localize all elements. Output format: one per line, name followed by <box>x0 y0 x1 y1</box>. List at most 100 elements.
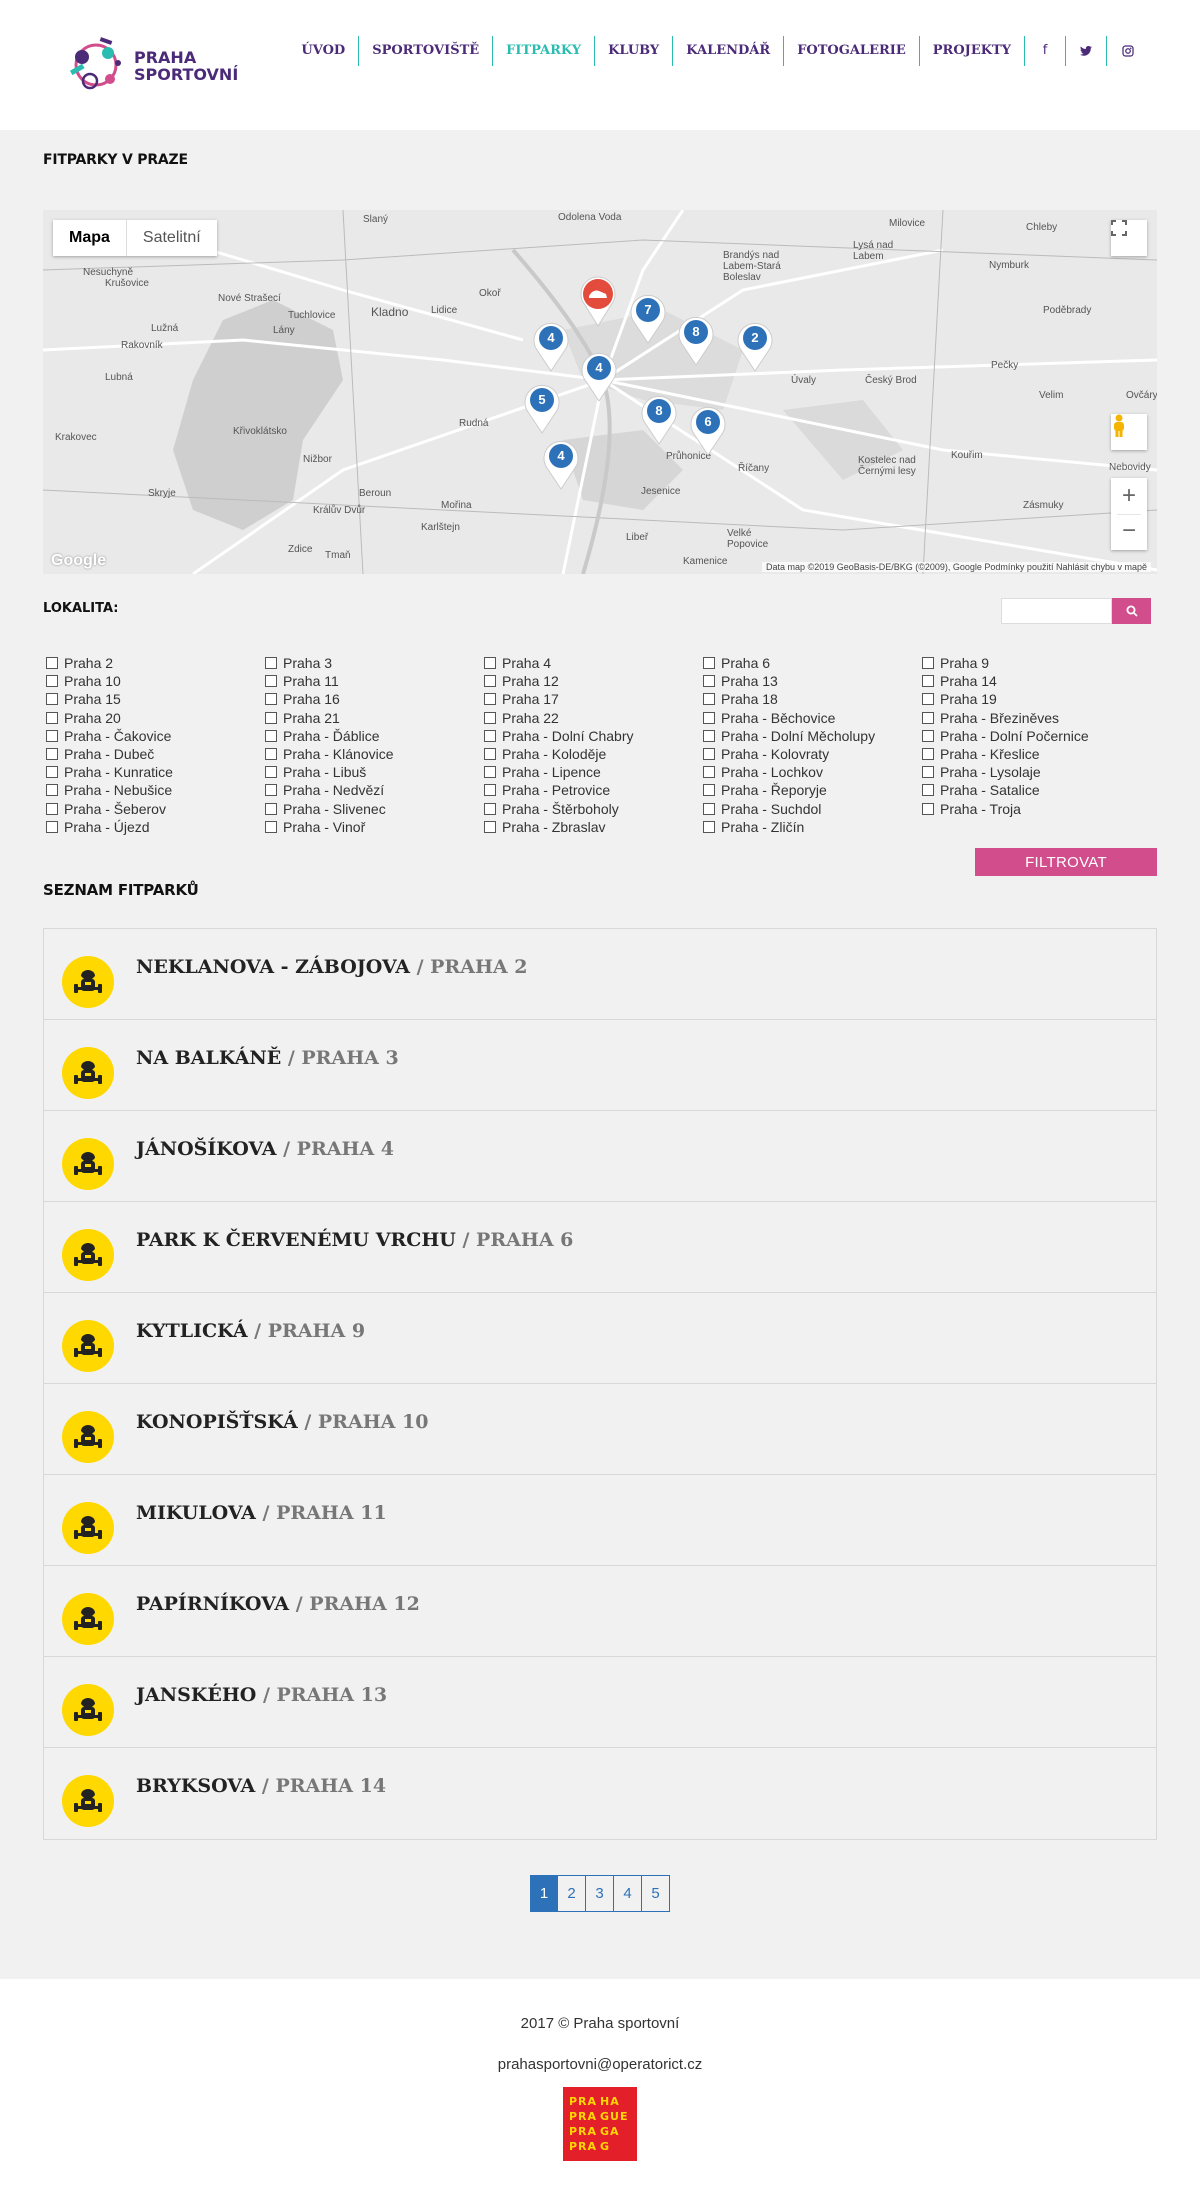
district-option[interactable]: Praha - Dolní Měcholupy <box>703 727 921 745</box>
checkbox[interactable] <box>484 784 496 797</box>
list-item[interactable]: KONOPIŠŤSKÁ / PRAHA 10 <box>44 1384 1156 1475</box>
district-option[interactable]: Praha 9 <box>922 654 1140 672</box>
checkbox[interactable] <box>46 729 58 742</box>
cluster-marker[interactable]: 5 <box>523 382 561 434</box>
checkbox[interactable] <box>46 802 58 815</box>
checkbox[interactable] <box>265 784 277 797</box>
checkbox[interactable] <box>265 675 277 688</box>
district-option[interactable]: Praha 16 <box>265 690 483 708</box>
list-item[interactable]: PAPÍRNÍKOVA / PRAHA 12 <box>44 1566 1156 1657</box>
district-option[interactable]: Praha - Slivenec <box>265 800 483 818</box>
list-item[interactable]: KYTLICKÁ / PRAHA 9 <box>44 1293 1156 1384</box>
district-option[interactable]: Praha - Šeberov <box>46 800 264 818</box>
checkbox[interactable] <box>703 711 715 724</box>
district-option[interactable]: Praha - Dolní Počernice <box>922 727 1140 745</box>
district-option[interactable]: Praha - Lysolaje <box>922 763 1140 781</box>
checkbox[interactable] <box>46 784 58 797</box>
checkbox[interactable] <box>703 693 715 706</box>
district-option[interactable]: Praha - Kunratice <box>46 763 264 781</box>
district-option[interactable]: Praha 6 <box>703 654 921 672</box>
filter-button[interactable]: FILTROVAT <box>975 848 1157 876</box>
search-input[interactable] <box>1001 598 1112 624</box>
checkbox[interactable] <box>265 766 277 779</box>
checkbox[interactable] <box>46 693 58 706</box>
district-option[interactable]: Praha 13 <box>703 672 921 690</box>
twitter-icon[interactable] <box>1066 36 1107 66</box>
checkbox[interactable] <box>703 748 715 761</box>
district-option[interactable]: Praha 2 <box>46 654 264 672</box>
zoom-out-icon[interactable]: − <box>1117 514 1141 550</box>
cluster-marker[interactable]: 4 <box>542 438 580 490</box>
checkbox[interactable] <box>484 657 496 670</box>
page-link[interactable]: 1 <box>530 1875 558 1912</box>
district-option[interactable]: Praha 3 <box>265 654 483 672</box>
list-item[interactable]: PARK K ČERVENÉMU VRCHU / PRAHA 6 <box>44 1202 1156 1293</box>
district-option[interactable]: Praha - Petrovice <box>484 781 702 799</box>
district-option[interactable]: Praha 11 <box>265 672 483 690</box>
district-option[interactable]: Praha - Libuš <box>265 763 483 781</box>
checkbox[interactable] <box>703 784 715 797</box>
district-option[interactable]: Praha - Březiněves <box>922 709 1140 727</box>
district-option[interactable]: Praha - Řeporyje <box>703 781 921 799</box>
fitpark-map[interactable]: Slaný Nové Strašecí Kladno Lidice Okoř O… <box>43 210 1157 574</box>
cluster-marker[interactable]: 8 <box>677 314 715 366</box>
map-tab-mapa[interactable]: Mapa <box>53 220 127 256</box>
checkbox[interactable] <box>484 802 496 815</box>
district-option[interactable]: Praha - Klánovice <box>265 745 483 763</box>
district-option[interactable]: Praha - Vinoř <box>265 818 483 836</box>
district-option[interactable]: Praha 4 <box>484 654 702 672</box>
checkbox[interactable] <box>484 711 496 724</box>
checkbox[interactable] <box>46 748 58 761</box>
checkbox[interactable] <box>922 657 934 670</box>
district-option[interactable]: Praha 14 <box>922 672 1140 690</box>
checkbox[interactable] <box>265 820 277 833</box>
nav-item-uvod[interactable]: ÚVOD <box>288 36 360 66</box>
checkbox[interactable] <box>922 748 934 761</box>
district-option[interactable]: Praha - Nedvězí <box>265 781 483 799</box>
district-option[interactable]: Praha - Křeslice <box>922 745 1140 763</box>
page-link[interactable]: 3 <box>586 1875 614 1912</box>
district-option[interactable]: Praha - Satalice <box>922 781 1140 799</box>
district-option[interactable]: Praha - Troja <box>922 800 1140 818</box>
nav-item-fotogalerie[interactable]: FOTOGALERIE <box>784 36 920 66</box>
fullscreen-icon[interactable] <box>1111 220 1147 256</box>
checkbox[interactable] <box>484 766 496 779</box>
checkbox[interactable] <box>265 729 277 742</box>
district-option[interactable]: Praha - Zbraslav <box>484 818 702 836</box>
checkbox[interactable] <box>703 675 715 688</box>
district-option[interactable]: Praha - Ďáblice <box>265 727 483 745</box>
district-option[interactable]: Praha - Dolní Chabry <box>484 727 702 745</box>
checkbox[interactable] <box>484 748 496 761</box>
checkbox[interactable] <box>703 766 715 779</box>
list-item[interactable]: MIKULOVA / PRAHA 11 <box>44 1475 1156 1566</box>
search-button[interactable] <box>1112 598 1151 624</box>
checkbox[interactable] <box>265 748 277 761</box>
page-link[interactable]: 5 <box>642 1875 670 1912</box>
nav-item-sportoviste[interactable]: SPORTOVIŠTĚ <box>359 36 494 66</box>
map-tab-satelitni[interactable]: Satelitní <box>127 220 217 256</box>
checkbox[interactable] <box>265 802 277 815</box>
nav-item-kalendar[interactable]: KALENDÁŘ <box>673 36 785 66</box>
checkbox[interactable] <box>265 657 277 670</box>
district-option[interactable]: Praha - Koloděje <box>484 745 702 763</box>
district-option[interactable]: Praha - Běchovice <box>703 709 921 727</box>
checkbox[interactable] <box>922 784 934 797</box>
facebook-icon[interactable]: f <box>1025 36 1066 66</box>
district-option[interactable]: Praha - Nebušice <box>46 781 264 799</box>
list-item[interactable]: JANSKÉHO / PRAHA 13 <box>44 1657 1156 1748</box>
cluster-marker[interactable]: 4 <box>532 320 570 372</box>
district-option[interactable]: Praha - Štěrboholy <box>484 800 702 818</box>
district-option[interactable]: Praha - Dubeč <box>46 745 264 763</box>
cluster-marker[interactable]: 8 <box>640 393 678 445</box>
district-option[interactable]: Praha 18 <box>703 690 921 708</box>
checkbox[interactable] <box>484 675 496 688</box>
checkbox[interactable] <box>922 693 934 706</box>
checkbox[interactable] <box>922 675 934 688</box>
checkbox[interactable] <box>703 729 715 742</box>
district-option[interactable]: Praha 15 <box>46 690 264 708</box>
district-option[interactable]: Praha 19 <box>922 690 1140 708</box>
street-view-pegman-icon[interactable] <box>1111 414 1147 450</box>
map-attribution[interactable]: Data map ©2019 GeoBasis-DE/BKG (©2009), … <box>762 562 1151 572</box>
checkbox[interactable] <box>922 802 934 815</box>
district-option[interactable]: Praha - Újezd <box>46 818 264 836</box>
